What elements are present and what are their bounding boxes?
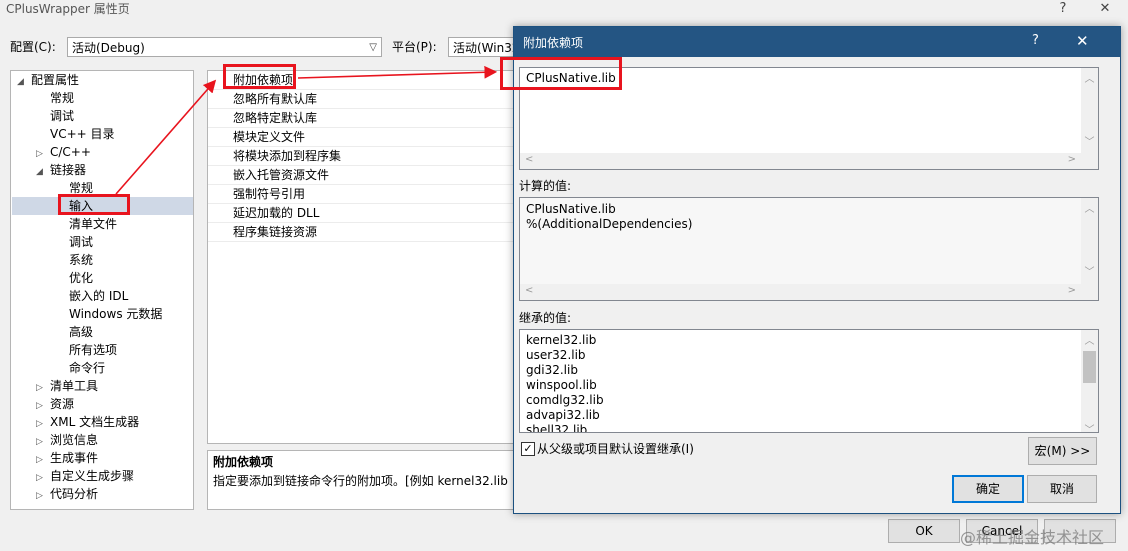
annotation-arrows xyxy=(115,65,498,195)
arrow-prop-to-dialog xyxy=(297,65,498,79)
watermark: @稀土掘金技术社区 xyxy=(960,528,1105,547)
arrow-tree-to-prop xyxy=(115,79,217,195)
